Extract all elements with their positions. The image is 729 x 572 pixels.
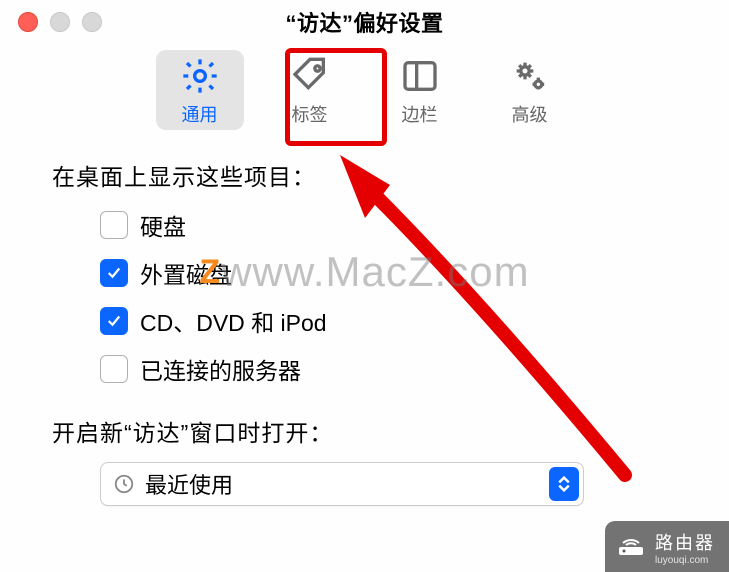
gears-icon [507,53,553,99]
option-cd-dvd-ipod[interactable]: CD、DVD 和 iPod [100,304,677,338]
footer-domain: luyouqi.com [655,555,715,566]
option-external-disks[interactable]: 外置磁盘 [100,256,677,290]
tag-icon [287,53,333,99]
option-label: CD、DVD 和 iPod [140,304,327,338]
preferences-toolbar: 通用 标签 边栏 高级 [0,50,729,130]
option-connected-servers[interactable]: 已连接的服务器 [100,352,677,386]
router-icon [615,529,647,561]
footer-badge: 路由器 luyouqi.com [605,521,729,572]
sidebar-icon [397,53,443,99]
chevron-updown-icon [549,467,579,501]
tab-advanced[interactable]: 高级 [486,50,574,130]
tab-sidebar[interactable]: 边栏 [376,50,464,130]
tab-label: 标签 [292,101,328,127]
footer-brand: 路由器 [655,533,715,553]
option-label: 外置磁盘 [140,256,232,290]
checkbox[interactable] [100,259,128,287]
new-window-select[interactable]: 最近使用 [100,462,584,506]
new-window-label: 开启新“访达”窗口时打开： [52,414,677,448]
tab-label: 高级 [512,101,548,127]
window-title: “访达”偏好设置 [0,6,729,38]
checkbox[interactable] [100,211,128,239]
option-hard-disks[interactable]: 硬盘 [100,208,677,242]
gear-icon [177,53,223,99]
desktop-items-label: 在桌面上显示这些项目： [52,158,677,192]
tab-general[interactable]: 通用 [156,50,244,130]
clock-icon [111,471,137,497]
checkbox[interactable] [100,355,128,383]
option-label: 已连接的服务器 [140,352,301,386]
checkbox[interactable] [100,307,128,335]
select-value: 最近使用 [145,468,233,500]
tab-tags[interactable]: 标签 [266,50,354,130]
tab-label: 边栏 [402,101,438,127]
tab-label: 通用 [182,101,218,127]
option-label: 硬盘 [140,208,186,242]
